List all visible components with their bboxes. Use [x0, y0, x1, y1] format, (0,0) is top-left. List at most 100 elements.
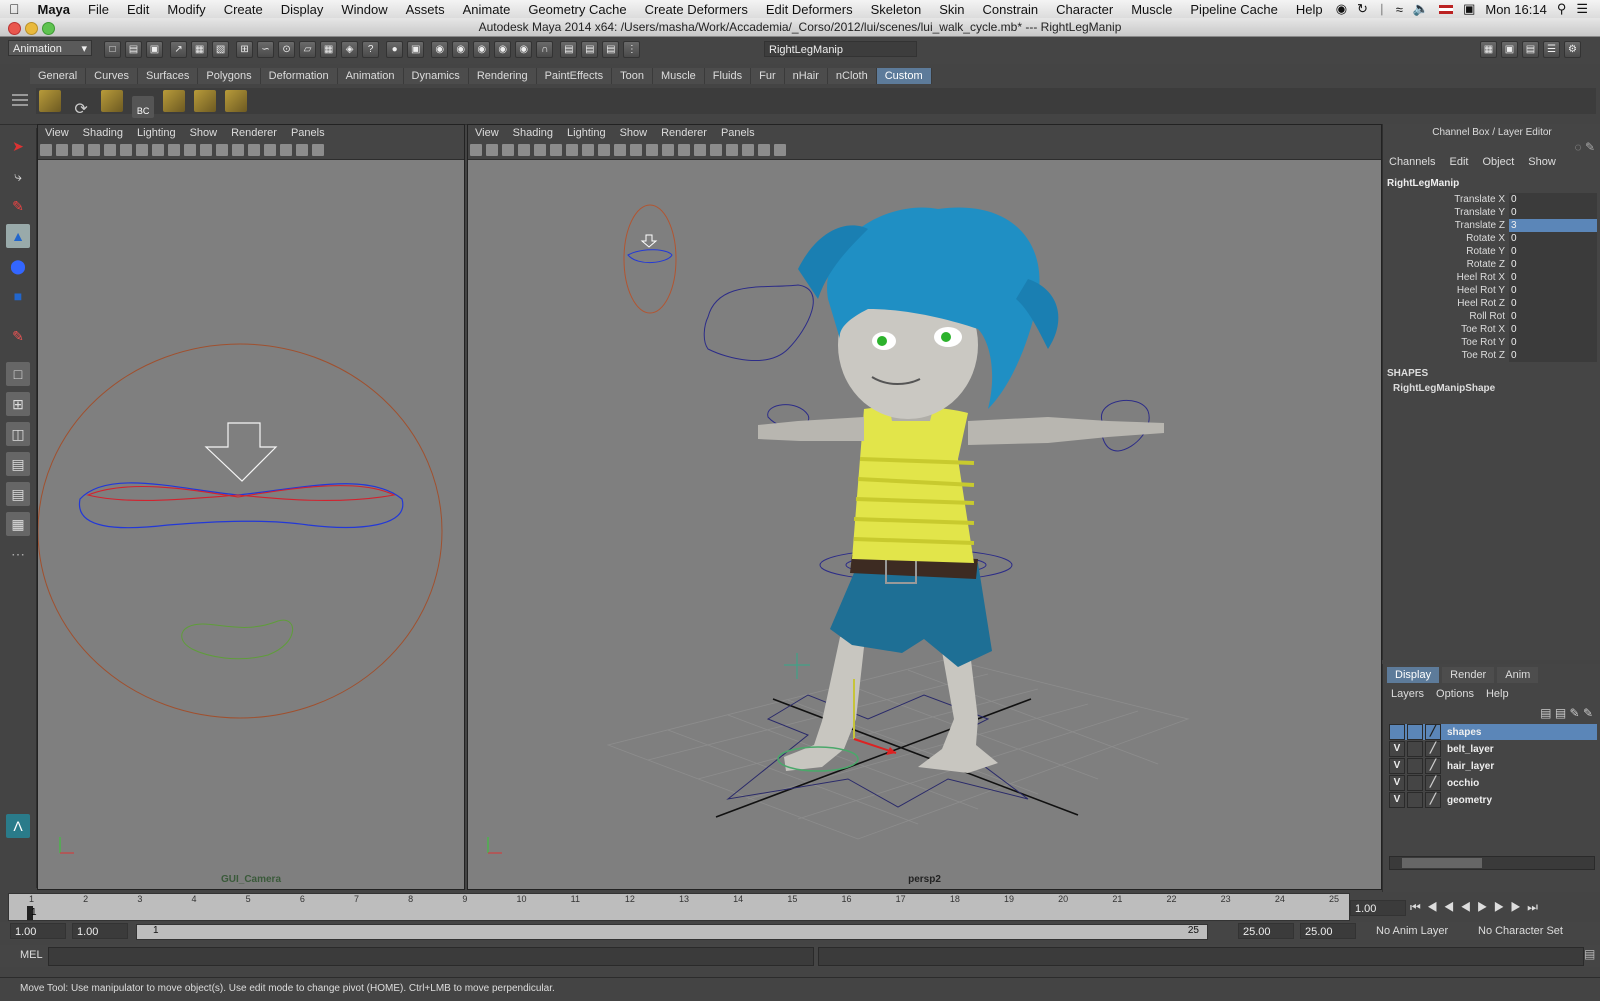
image-plane-icon[interactable]	[88, 144, 100, 156]
vp-right-menu-show[interactable]: Show	[613, 127, 655, 139]
layer-tab-render[interactable]: Render	[1442, 667, 1495, 683]
layer-row-belt[interactable]: V ╱ belt_layer	[1389, 741, 1597, 757]
xray-icon[interactable]	[726, 144, 738, 156]
shelf-boxes-icon[interactable]	[101, 90, 124, 112]
attr-row[interactable]: Roll Rot 0	[1383, 310, 1600, 323]
play-backwards-icon[interactable]: ◀	[1460, 900, 1477, 914]
layer-visibility-toggle[interactable]: V	[1389, 792, 1405, 808]
layer-template-toggle[interactable]	[1407, 775, 1423, 791]
channel-box-pen-icon[interactable]: ✎	[1585, 140, 1595, 154]
viewport-persp2[interactable]: View Shading Lighting Show Renderer Pane…	[467, 124, 1382, 890]
menu-help[interactable]: Help	[1287, 2, 1332, 17]
shelf-tab-dynamics[interactable]: Dynamics	[403, 68, 469, 84]
snap-plane-icon[interactable]: ▱	[299, 41, 317, 58]
safe-action-icon[interactable]	[184, 144, 196, 156]
camera-select-icon[interactable]	[470, 144, 482, 156]
step-back-frame-icon[interactable]: ◀	[1427, 900, 1444, 914]
vp-right-menu-panels[interactable]: Panels	[714, 127, 762, 139]
select-tool-icon[interactable]: ➤	[6, 134, 30, 158]
attr-row[interactable]: Heel Rot X 0	[1383, 271, 1600, 284]
character-set-dropdown[interactable]: No Character Set	[1478, 925, 1563, 937]
attr-row[interactable]: Heel Rot Z 0	[1383, 297, 1600, 310]
menu-edit-deformers[interactable]: Edit Deformers	[757, 2, 862, 17]
attr-row[interactable]: Toe Rot X 0	[1383, 323, 1600, 336]
current-time-field[interactable]: 1.00	[1350, 900, 1406, 916]
persp-outliner-layout-icon[interactable]: ▤	[6, 482, 30, 506]
camera-attr-icon[interactable]	[56, 144, 68, 156]
layer-menu-layers[interactable]: Layers	[1391, 688, 1424, 700]
shadows-icon[interactable]	[280, 144, 292, 156]
attr-row[interactable]: Toe Rot Y 0	[1383, 336, 1600, 349]
shelf-tab-deformation[interactable]: Deformation	[260, 68, 338, 84]
shelf-tab-custom[interactable]: Custom	[876, 68, 932, 84]
menu-create-deformers[interactable]: Create Deformers	[636, 2, 757, 17]
help-icon[interactable]: ?	[362, 41, 380, 58]
magnet-icon[interactable]: ∩	[536, 41, 554, 58]
bookmark-icon[interactable]	[72, 144, 84, 156]
layer-color-swatch[interactable]: ╱	[1425, 792, 1441, 808]
move-layer-up-icon[interactable]: ▤	[1540, 706, 1551, 720]
time-machine-icon[interactable]: ↻	[1357, 1, 1368, 17]
spotlight-icon[interactable]: ⚲	[1557, 1, 1567, 17]
textured-icon[interactable]	[678, 144, 690, 156]
open-scene-icon[interactable]: ▤	[125, 41, 142, 58]
construction-history-icon[interactable]: ▣	[407, 41, 425, 58]
attr-value[interactable]: 3	[1509, 219, 1597, 232]
single-pane-layout-icon[interactable]: □	[6, 362, 30, 386]
move-layer-down-icon[interactable]: ▤	[1555, 706, 1566, 720]
shelf-tab-rendering[interactable]: Rendering	[468, 68, 537, 84]
attr-row[interactable]: Heel Rot Y 0	[1383, 284, 1600, 297]
attr-row[interactable]: Toe Rot Z 0	[1383, 349, 1600, 362]
attr-value[interactable]: 0	[1509, 310, 1597, 323]
bookmark-icon[interactable]	[502, 144, 514, 156]
attr-value[interactable]: 0	[1509, 258, 1597, 271]
menu-file[interactable]: File	[79, 2, 118, 17]
menu-window[interactable]: Window	[332, 2, 396, 17]
vp-right-menu-lighting[interactable]: Lighting	[560, 127, 613, 139]
settings-icon[interactable]: ⚙	[1564, 41, 1581, 58]
layer-template-toggle[interactable]	[1407, 792, 1423, 808]
menuset-dropdown[interactable]: Animation ▾	[8, 40, 92, 56]
grease-pencil-icon[interactable]	[774, 144, 786, 156]
textured-icon[interactable]	[248, 144, 260, 156]
step-forward-key-icon[interactable]: ▶	[1494, 900, 1511, 914]
layer-row-geometry[interactable]: V ╱ geometry	[1389, 792, 1597, 808]
shelf-grid-icon[interactable]	[39, 90, 61, 112]
command-language-label[interactable]: MEL	[20, 949, 43, 961]
side-by-side-layout-icon[interactable]: ◫	[6, 422, 30, 446]
end-time-field[interactable]: 25.00	[1300, 923, 1356, 939]
vp-left-menu-shading[interactable]: Shading	[76, 127, 130, 139]
shelf-curve-tool-icon[interactable]: ⟳	[70, 99, 92, 121]
volume-icon[interactable]: 🔈	[1413, 1, 1429, 17]
shelf-tab-curves[interactable]: Curves	[86, 68, 138, 84]
layer-scrollbar-thumb[interactable]	[1402, 858, 1482, 868]
persp-graph-layout-icon[interactable]: ▤	[6, 452, 30, 476]
layer-visibility-toggle[interactable]: V	[1389, 741, 1405, 757]
channel-box-icon[interactable]: ▤	[1522, 41, 1539, 58]
image-plane-icon[interactable]	[518, 144, 530, 156]
channel-box-float-icon[interactable]: ◌	[1574, 140, 1581, 154]
hypershade-layout-icon[interactable]: ▦	[6, 512, 30, 536]
shelf-script2-icon[interactable]	[194, 90, 217, 112]
new-layer-selected-icon[interactable]: ✎	[1583, 706, 1593, 720]
menubar-clock[interactable]: Mon 16:14	[1485, 2, 1546, 17]
menu-display[interactable]: Display	[272, 2, 333, 17]
isolate-icon[interactable]	[312, 144, 324, 156]
menu-skin[interactable]: Skin	[930, 2, 973, 17]
outliner-icon[interactable]: ☰	[1543, 41, 1560, 58]
attr-value[interactable]: 0	[1509, 284, 1597, 297]
attr-value[interactable]: 0	[1509, 297, 1597, 310]
layer-menu-options[interactable]: Options	[1436, 688, 1474, 700]
attr-row[interactable]: Rotate X 0	[1383, 232, 1600, 245]
shelf-tab-polygons[interactable]: Polygons	[198, 68, 261, 84]
layer-color-swatch[interactable]: ╱	[1425, 741, 1441, 757]
shelf-menu-icon[interactable]	[12, 88, 28, 114]
layer-row-occhio[interactable]: V ╱ occhio	[1389, 775, 1597, 791]
snap-surface-icon[interactable]: ▦	[320, 41, 338, 58]
layer-scrollbar[interactable]	[1389, 856, 1595, 870]
attr-value[interactable]: 0	[1509, 206, 1597, 219]
new-empty-layer-icon[interactable]: ✎	[1570, 706, 1580, 720]
attribute-editor-icon[interactable]: ▦	[1480, 41, 1497, 58]
attr-value[interactable]: 0	[1509, 245, 1597, 258]
menu-pipeline-cache[interactable]: Pipeline Cache	[1181, 2, 1286, 17]
